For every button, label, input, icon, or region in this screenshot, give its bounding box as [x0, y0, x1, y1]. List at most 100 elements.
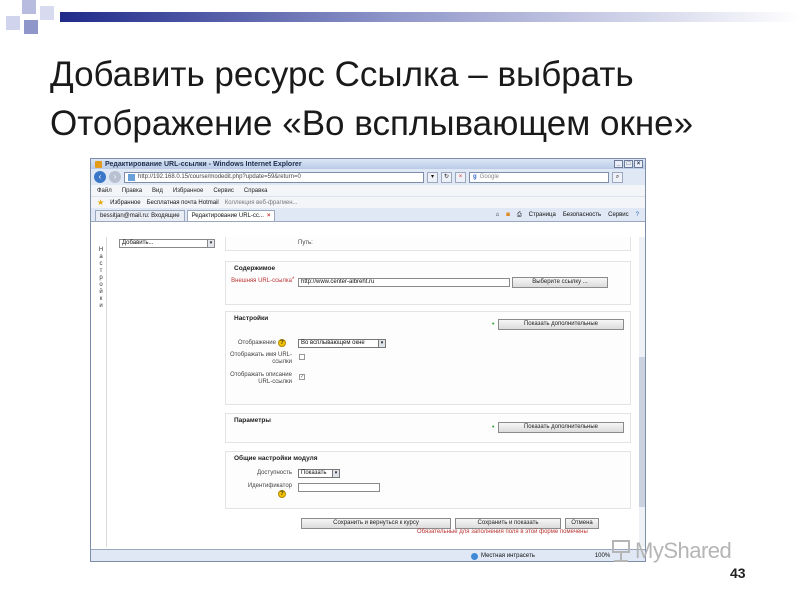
minimize-button[interactable]: _	[614, 160, 623, 168]
address-text: http://192.168.0.15/course/modedit.php?u…	[138, 173, 301, 180]
menu-edit[interactable]: Правка	[122, 188, 142, 194]
url-input[interactable]: http://www.center-albreht.ru	[298, 278, 510, 287]
display-select[interactable]: Во всплывающем окне ▾	[298, 339, 386, 348]
choose-link-button[interactable]: Выберите ссылку ...	[512, 277, 608, 288]
chevron-down-icon: ▾	[207, 240, 214, 247]
page-scrollbar[interactable]	[639, 237, 645, 547]
watermark-logo: MyShared	[610, 538, 732, 564]
required-fields-note: Обязательные для заполнения поля в этой …	[417, 529, 588, 535]
vertical-label-letter: и	[99, 303, 103, 309]
vertical-label-letter: Н	[98, 247, 104, 253]
help-icon[interactable]: ?	[636, 212, 639, 218]
menu-view[interactable]: Вид	[152, 188, 163, 194]
path-row: Путь:	[225, 237, 631, 251]
menu-favorites[interactable]: Избранное	[173, 188, 203, 194]
command-bar: ⌂ ◙ ⎙ Страница Безопасность Сервис ?	[496, 209, 645, 221]
add-resource-select[interactable]: Добавить... ▾	[119, 239, 215, 248]
close-window-button[interactable]: ×	[634, 160, 643, 168]
show-name-checkbox[interactable]	[299, 354, 305, 360]
module-settings-section: Общие настройки модуля Доступность Показ…	[225, 451, 631, 509]
search-placeholder: Google	[479, 173, 500, 180]
tab-mail-label: bessitjan@mail.ru: Входящие	[100, 213, 180, 219]
address-field[interactable]: http://192.168.0.15/course/modedit.php?u…	[124, 171, 424, 183]
cancel-button[interactable]: Отмена	[565, 518, 599, 529]
url-label: Внешняя URL-ссылка	[231, 278, 292, 284]
tool-security[interactable]: Безопасность	[563, 212, 601, 218]
idnumber-input[interactable]	[298, 483, 380, 492]
stop-button[interactable]: ×	[455, 171, 466, 183]
display-label: Отображение	[237, 340, 276, 346]
settings-show-more-button[interactable]: Показать дополнительные	[498, 319, 624, 330]
slide-corner-decoration	[0, 0, 70, 50]
page-content: Настройки Добавить... ▾ Путь: Содержимое…	[91, 237, 645, 549]
zoom-level[interactable]: 100%	[595, 553, 610, 559]
status-zone-text: Местная интрасеть	[481, 553, 535, 559]
home-icon[interactable]: ⌂	[496, 212, 500, 218]
browser-window: Редактирование URL-ссылки - Windows Inte…	[90, 158, 646, 562]
save-and-return-button[interactable]: Сохранить и вернуться к курсу	[301, 518, 451, 529]
maximize-button[interactable]: □	[624, 160, 633, 168]
parameters-show-more-button[interactable]: Показать дополнительные	[498, 422, 624, 433]
print-icon[interactable]: ⎙	[517, 212, 522, 219]
favorites-link-hotmail[interactable]: Бесплатная почта Hotmail	[147, 200, 219, 206]
favorites-link-webslice[interactable]: Коллекция веб-фрагмен...	[225, 200, 298, 206]
favorites-star-icon[interactable]: ★	[97, 198, 104, 207]
help-icon[interactable]: ?	[278, 339, 286, 347]
parameters-section: Параметры • Показать дополнительные	[225, 413, 631, 443]
parameters-section-title: Параметры	[234, 417, 271, 424]
availability-select[interactable]: Показать ▾	[298, 469, 340, 478]
advanced-star-icon: •	[492, 424, 495, 431]
tab-edit-url-label: Редактирование URL-сс...	[191, 213, 264, 219]
content-section-title: Содержимое	[234, 265, 276, 272]
display-select-value: Во всплывающем окне	[301, 340, 365, 346]
back-button[interactable]: ‹	[94, 171, 106, 183]
menu-tools[interactable]: Сервис	[213, 188, 234, 194]
availability-select-value: Показать	[301, 470, 327, 476]
tab-close-icon[interactable]: ×	[267, 213, 271, 219]
vertical-settings-label: Настройки	[97, 247, 105, 310]
slide-title-line-1: Добавить ресурс Ссылка – выбрать	[50, 55, 634, 94]
tool-page[interactable]: Страница	[529, 212, 556, 218]
scrollbar-thumb[interactable]	[639, 357, 645, 507]
help-icon[interactable]: ?	[278, 490, 286, 498]
refresh-button[interactable]: ↻	[441, 171, 452, 183]
settings-section-title: Настройки	[234, 315, 269, 322]
advanced-star-icon: •	[492, 321, 495, 328]
chevron-down-icon: ▾	[332, 470, 339, 477]
tool-service[interactable]: Сервис	[608, 212, 629, 218]
show-description-label: Отображать описание URL-ссылки	[230, 372, 292, 385]
availability-label: Доступность	[256, 470, 292, 476]
tab-strip: bessitjan@mail.ru: Входящие Редактирован…	[91, 208, 645, 222]
tab-mail[interactable]: bessitjan@mail.ru: Входящие	[95, 210, 185, 221]
address-dropdown-button[interactable]: ▾	[427, 171, 438, 183]
chevron-down-icon: ▾	[378, 340, 385, 347]
menu-bar: Файл Правка Вид Избранное Сервис Справка	[91, 185, 645, 196]
address-bar-row: ‹ › http://192.168.0.15/course/modedit.p…	[91, 169, 645, 185]
rss-icon[interactable]: ◙	[506, 212, 510, 218]
url-input-value: http://www.center-albreht.ru	[301, 279, 375, 285]
module-settings-title: Общие настройки модуля	[234, 455, 318, 462]
vertical-label-letter: о	[99, 282, 103, 288]
forward-button[interactable]: ›	[109, 171, 121, 183]
slide-title: Добавить ресурс Ссылка – выбрать Отображ…	[50, 50, 790, 148]
search-input[interactable]: g Google	[469, 171, 609, 183]
menu-file[interactable]: Файл	[97, 188, 112, 194]
vertical-label-letter: т	[99, 268, 103, 274]
path-label: Путь:	[298, 240, 313, 246]
monitor-icon	[610, 538, 632, 564]
tab-edit-url[interactable]: Редактирование URL-сс... ×	[186, 210, 276, 221]
settings-section: Настройки • Показать дополнительные Отоб…	[225, 311, 631, 405]
page-number: 43	[730, 565, 746, 581]
page-favicon	[128, 173, 135, 181]
vertical-label-letter: р	[99, 275, 103, 281]
google-icon: g	[473, 173, 477, 180]
menu-help[interactable]: Справка	[244, 188, 268, 194]
left-settings-column: Настройки	[95, 237, 107, 547]
globe-icon	[471, 552, 478, 560]
search-icon[interactable]: ⌕	[612, 171, 623, 183]
save-and-show-button[interactable]: Сохранить и показать	[455, 518, 561, 529]
vertical-label-letter: к	[99, 296, 103, 302]
favorites-button[interactable]: Избранное	[110, 200, 140, 206]
vertical-label-letter: й	[99, 289, 103, 295]
show-description-checkbox[interactable]: ✓	[299, 374, 305, 380]
